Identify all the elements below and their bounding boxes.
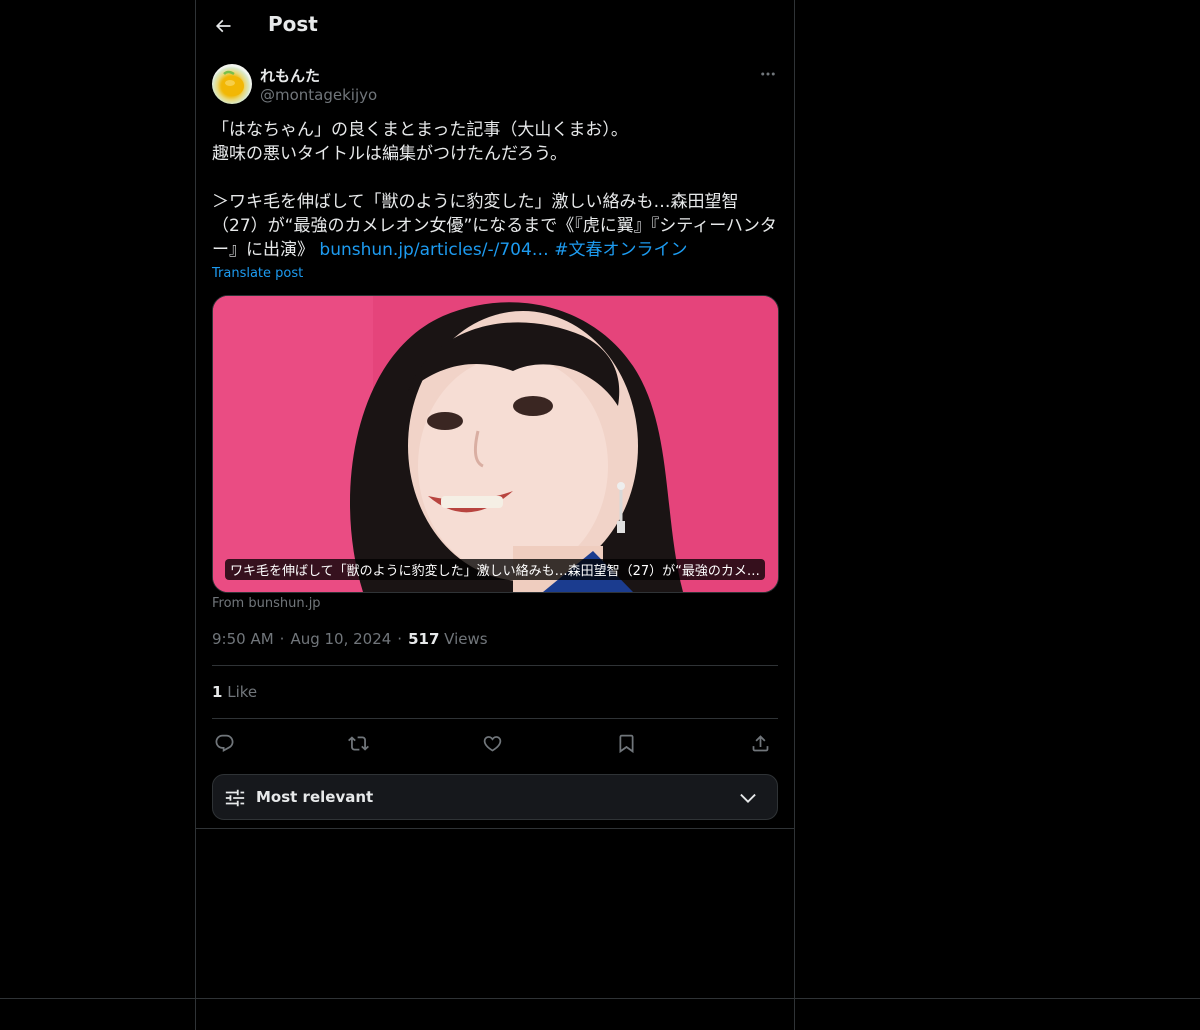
more-horizontal-icon [761,72,775,76]
card-photo [213,296,778,592]
sort-label: Most relevant [256,788,374,806]
page-title: Post [268,12,318,36]
post-author: れもんた @montagekijyo [212,64,778,108]
card-source-link[interactable]: From bunshun.jp [212,596,321,611]
sort-replies-dropdown[interactable]: Most relevant [212,774,778,820]
translate-post-link[interactable]: Translate post [212,266,303,281]
post-body: 「はなちゃん」の良くまとまった記事（大山くまお）。 趣味の悪いタイトルは編集がつ… [212,120,777,260]
divider [196,828,794,829]
avatar-image [222,70,244,96]
divider [212,718,778,719]
reply-button[interactable] [212,731,236,755]
bookmark-button[interactable] [614,731,638,755]
like-button[interactable] [480,731,504,755]
retweet-icon [347,735,369,751]
retweet-button[interactable] [346,731,370,755]
link-preview-card[interactable]: ワキ毛を伸ばして「獣のように豹変した」激しい絡みも…森田望智（27）が“最強のカ… [212,295,779,593]
header: Post [196,0,794,53]
post-meta: 9:50 AM · Aug 10, 2024 · 517 Views [212,630,488,648]
back-button[interactable] [208,11,238,41]
reply-icon [215,734,233,752]
meta-separator: · [279,630,285,648]
hashtag-link[interactable]: #文春オンライン [554,240,687,260]
chevron-down-icon [740,793,756,803]
likes-count: 1 [212,683,223,701]
avatar[interactable] [212,64,252,104]
author-handle[interactable]: @montagekijyo [260,86,377,104]
views-label: Views [444,630,488,648]
share-button[interactable] [748,731,772,755]
article-link[interactable]: bunshun.jp/articles/-/704… [319,240,548,260]
post-text: 「はなちゃん」の良くまとまった記事（大山くまお）。 趣味の悪いタイトルは編集がつ… [212,118,778,262]
post-time[interactable]: 9:50 AM [212,630,274,648]
share-icon [752,734,768,751]
author-display-name[interactable]: れもんた [260,65,320,86]
arrow-left-icon [215,19,231,33]
heart-icon [483,735,501,752]
primary-column: Post れもんた @montagekijyo 「はなちゃん」の良くまとまった記… [195,0,795,1030]
bookmark-icon [619,734,633,753]
bottom-divider [0,998,1200,999]
likes-label: Like [227,683,258,701]
more-options-button[interactable] [758,64,778,84]
post-date[interactable]: Aug 10, 2024 [290,630,391,648]
likes-link[interactable]: 1 Like [212,683,257,701]
meta-separator: · [397,630,403,648]
divider [212,665,778,666]
card-caption: ワキ毛を伸ばして「獣のように豹変した」激しい絡みも…森田望智（27）が“最強のカ… [225,559,765,580]
views-count: 517 [408,630,440,648]
sliders-icon [225,789,245,807]
action-bar [212,731,778,755]
